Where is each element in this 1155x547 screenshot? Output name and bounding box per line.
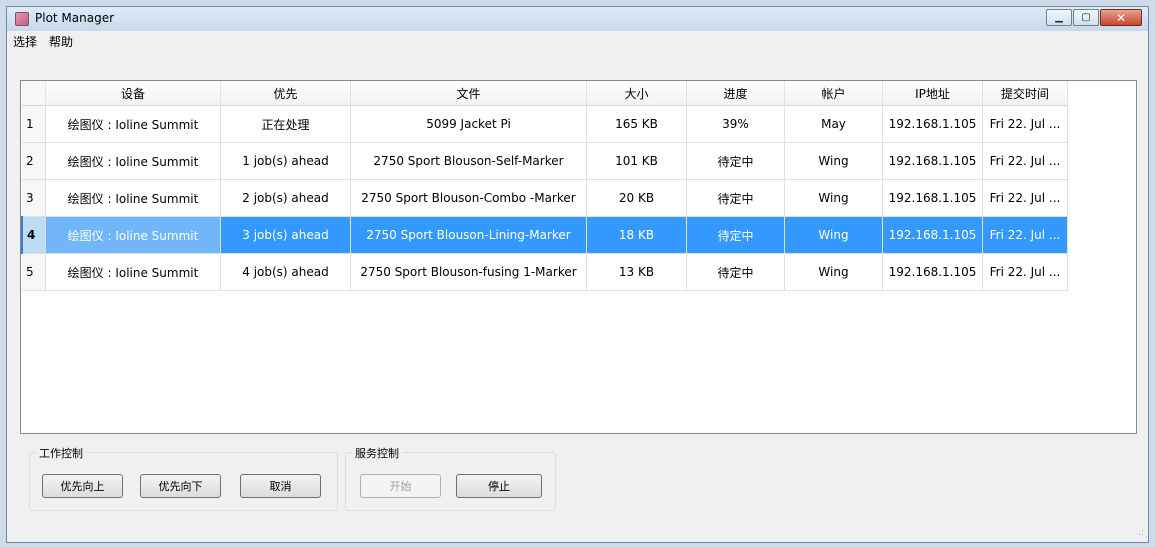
cell-device: 绘图仪 : Ioline Summit [45,142,221,180]
menu-bar: 选择 帮助 [7,31,1148,50]
cell-size: 20 KB [586,179,687,217]
maximize-button[interactable]: ▢ [1073,9,1099,26]
column-header-size[interactable]: 大小 [586,81,687,106]
cell-device: 绘图仪 : Ioline Summit [45,253,221,291]
table-row-selected[interactable]: 4 绘图仪 : Ioline Summit 3 job(s) ahead 275… [21,216,1068,254]
cell-time: Fri 22. Jul ... [982,105,1068,143]
cell-account: Wing [784,253,883,291]
table-header-row: 设备 优先 文件 大小 进度 帐户 IP地址 提交时间 [22,81,1068,106]
menu-select[interactable]: 选择 [7,31,43,50]
cell-account: Wing [784,179,883,217]
table-row[interactable]: 3 绘图仪 : Ioline Summit 2 job(s) ahead 275… [22,179,1068,217]
cell-time: Fri 22. Jul ... [982,179,1068,217]
row-header-corner [22,81,46,106]
cell-priority: 2 job(s) ahead [220,179,351,217]
cell-size: 165 KB [586,105,687,143]
table-row[interactable]: 5 绘图仪 : Ioline Summit 4 job(s) ahead 275… [22,253,1068,291]
cell-size: 18 KB [586,216,687,254]
cell-progress: 待定中 [686,179,785,217]
row-number[interactable]: 1 [22,105,46,143]
cell-priority: 4 job(s) ahead [220,253,351,291]
column-header-time[interactable]: 提交时间 [982,81,1068,106]
table-row[interactable]: 1 绘图仪 : Ioline Summit 正在处理 5099 Jacket P… [22,105,1068,143]
service-control-group: 服务控制 开始 停止 [345,445,556,511]
row-number[interactable]: 3 [22,179,46,217]
app-icon [15,12,29,26]
cell-progress: 待定中 [686,216,785,254]
column-header-device[interactable]: 设备 [45,81,221,106]
start-button[interactable]: 开始 [360,474,441,498]
title-bar: Plot Manager ▁ ▢ ✕ [7,7,1148,31]
cell-account: May [784,105,883,143]
cell-account: Wing [784,216,883,254]
cell-ip: 192.168.1.105 [882,253,983,291]
job-control-group: 工作控制 优先向上 优先向下 取消 [29,445,338,511]
column-header-ip[interactable]: IP地址 [882,81,983,106]
resize-grip[interactable]: .: [1138,528,1144,538]
cell-ip: 192.168.1.105 [882,142,983,180]
cell-file: 5099 Jacket Pi [350,105,587,143]
cell-time: Fri 22. Jul ... [982,142,1068,180]
cell-ip: 192.168.1.105 [882,216,983,254]
cell-time: Fri 22. Jul ... [982,216,1068,254]
window-title: Plot Manager [35,11,115,25]
column-header-progress[interactable]: 进度 [686,81,785,106]
cell-device: 绘图仪 : Ioline Summit [45,105,221,143]
cell-ip: 192.168.1.105 [882,105,983,143]
cell-priority: 正在处理 [220,105,351,143]
minimize-button[interactable]: ▁ [1046,9,1072,26]
cancel-button[interactable]: 取消 [240,474,321,498]
cell-account: Wing [784,142,883,180]
cell-file: 2750 Sport Blouson-Lining-Marker [350,216,587,254]
plot-manager-window: Plot Manager ▁ ▢ ✕ 选择 帮助 设备 优先 文件 大小 进度 … [6,6,1149,543]
cell-device: 绘图仪 : Ioline Summit [45,179,221,217]
cell-ip: 192.168.1.105 [882,179,983,217]
cell-file: 2750 Sport Blouson-Combo -Marker [350,179,587,217]
row-number[interactable]: 4 [21,216,46,254]
service-control-title: 服务控制 [352,445,402,461]
cell-priority: 1 job(s) ahead [220,142,351,180]
cell-file: 2750 Sport Blouson-Self-Marker [350,142,587,180]
row-number[interactable]: 2 [22,142,46,180]
cell-device: 绘图仪 : Ioline Summit [45,216,221,254]
column-header-file[interactable]: 文件 [350,81,587,106]
table-row[interactable]: 2 绘图仪 : Ioline Summit 1 job(s) ahead 275… [22,142,1068,180]
column-header-priority[interactable]: 优先 [220,81,351,106]
priority-up-button[interactable]: 优先向上 [42,474,123,498]
priority-down-button[interactable]: 优先向下 [140,474,221,498]
job-control-title: 工作控制 [36,445,86,461]
cell-file: 2750 Sport Blouson-fusing 1-Marker [350,253,587,291]
column-header-account[interactable]: 帐户 [784,81,883,106]
cell-priority: 3 job(s) ahead [220,216,351,254]
cell-progress: 待定中 [686,253,785,291]
close-button[interactable]: ✕ [1100,9,1142,26]
job-table[interactable]: 设备 优先 文件 大小 进度 帐户 IP地址 提交时间 1 绘图仪 : Ioli… [20,80,1137,434]
row-number[interactable]: 5 [22,253,46,291]
cell-time: Fri 22. Jul ... [982,253,1068,291]
menu-help[interactable]: 帮助 [43,31,79,50]
cell-size: 13 KB [586,253,687,291]
stop-button[interactable]: 停止 [456,474,542,498]
cell-progress: 39% [686,105,785,143]
cell-progress: 待定中 [686,142,785,180]
cell-size: 101 KB [586,142,687,180]
